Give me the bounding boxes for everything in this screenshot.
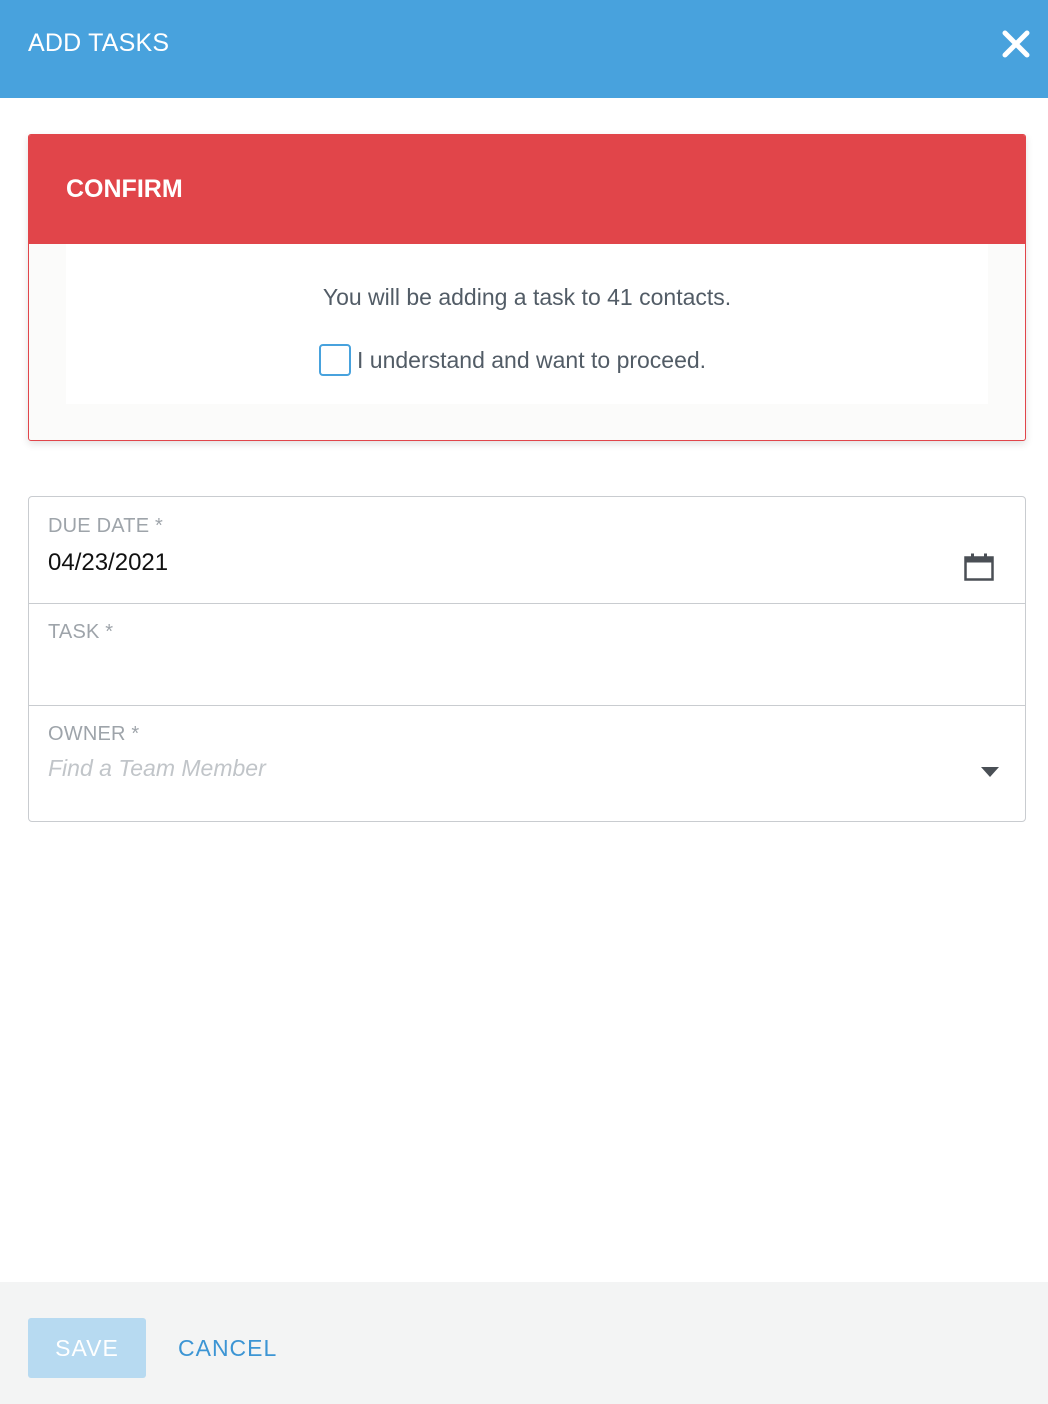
modal-footer: SAVE CANCEL — [0, 1282, 1048, 1404]
owner-search-input[interactable]: Find a Team Member — [48, 755, 948, 791]
confirm-panel: CONFIRM You will be adding a task to 41 … — [28, 134, 1026, 441]
task-form: DUE DATE * 04/23/2021 TASK * OWNER * Fin… — [28, 496, 1026, 822]
task-label: TASK * — [48, 621, 114, 643]
confirm-title: CONFIRM — [66, 175, 183, 203]
confirm-body: You will be adding a task to 41 contacts… — [66, 244, 988, 404]
cancel-button[interactable]: CANCEL — [178, 1318, 277, 1378]
owner-field[interactable]: OWNER * Find a Team Member — [29, 705, 1025, 821]
confirm-message: You will be adding a task to 41 contacts… — [322, 284, 732, 310]
proceed-checkbox[interactable] — [319, 344, 351, 376]
task-field[interactable]: TASK * — [29, 603, 1025, 706]
due-date-field[interactable]: DUE DATE * 04/23/2021 — [29, 497, 1025, 604]
close-icon — [1002, 30, 1030, 58]
calendar-icon[interactable] — [964, 553, 994, 581]
modal-header: ADD TASKS — [0, 0, 1048, 98]
confirm-header: CONFIRM — [29, 135, 1025, 244]
save-button[interactable]: SAVE — [28, 1318, 146, 1378]
owner-label: OWNER * — [48, 723, 140, 745]
caret-down-icon[interactable] — [980, 766, 1000, 778]
due-date-value[interactable]: 04/23/2021 — [48, 549, 168, 577]
modal-title: ADD TASKS — [28, 29, 170, 57]
task-input[interactable] — [48, 655, 1002, 693]
confirm-checkbox-row[interactable]: I understand and want to proceed. — [319, 340, 706, 380]
proceed-checkbox-label[interactable]: I understand and want to proceed. — [357, 347, 706, 374]
close-button[interactable] — [1000, 28, 1032, 60]
due-date-label: DUE DATE * — [48, 515, 163, 537]
